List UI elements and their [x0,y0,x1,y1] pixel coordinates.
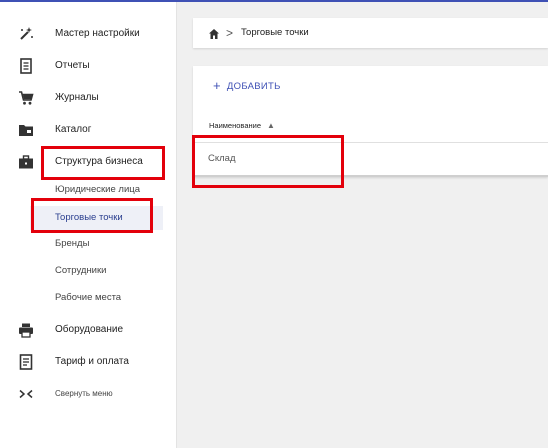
table-row[interactable]: Склад [193,143,548,175]
printer-icon [18,322,34,338]
sidebar-item-journals[interactable]: Журналы [0,84,176,112]
plus-icon: + [213,78,221,93]
folder-icon [18,122,34,138]
cart-icon [18,90,34,106]
document-icon [18,354,34,370]
sidebar-collapse-menu[interactable]: Свернуть меню [0,380,176,408]
table-cell-name: Склад [208,153,236,164]
home-icon[interactable] [208,27,220,39]
sidebar-item-label: Свернуть меню [55,389,113,398]
sidebar-subitem-employees[interactable]: Сотрудники [30,259,163,283]
sidebar-subitem-label: Юридические лица [55,184,140,195]
collapse-icon [18,386,34,402]
briefcase-icon [18,154,34,170]
sidebar-item-reports[interactable]: Отчеты [0,52,176,80]
add-button[interactable]: + ДОБАВИТЬ [213,76,281,96]
column-header-name[interactable]: Наименование ▲ [209,118,275,134]
breadcrumb-separator: > [226,26,234,40]
breadcrumb: > Торговые точки [193,18,548,48]
sidebar-item-equipment[interactable]: Оборудование [0,316,176,344]
sales-points-panel: + ДОБАВИТЬ Наименование ▲ Склад [193,66,548,177]
sidebar-subitem-label: Рабочие места [55,292,122,303]
sidebar-item-catalog[interactable]: Каталог [0,116,176,144]
sidebar-item-label: Отчеты [55,60,90,71]
sidebar-subitem-sales-points[interactable]: Торговые точки [30,206,163,230]
sidebar-item-business-structure[interactable]: Структура бизнеса [0,148,176,176]
add-button-label: ДОБАВИТЬ [226,81,281,92]
breadcrumb-current: Торговые точки [241,27,309,38]
magic-wand-icon [18,26,34,42]
row-divider [193,175,548,177]
sort-ascending-icon: ▲ [267,121,275,130]
sidebar-subitem-legal-entities[interactable]: Юридические лица [30,178,163,202]
sidebar-item-label: Тариф и оплата [55,356,129,367]
sidebar: Мастер настройки Отчеты Журналы Каталог … [0,2,177,448]
sidebar-subitem-label: Бренды [55,238,90,249]
sidebar-subitem-label: Сотрудники [55,265,107,276]
sidebar-item-setup-wizard[interactable]: Мастер настройки [0,20,176,48]
sidebar-item-tariff-payment[interactable]: Тариф и оплата [0,348,176,376]
sidebar-item-label: Оборудование [55,324,124,335]
column-header-label: Наименование [209,121,261,130]
report-icon [18,58,34,74]
sidebar-item-label: Журналы [55,92,99,103]
sidebar-subitem-brands[interactable]: Бренды [30,232,163,256]
sidebar-subitem-workstations[interactable]: Рабочие места [30,286,163,310]
sidebar-item-label: Мастер настройки [55,28,140,39]
sidebar-item-label: Структура бизнеса [55,156,143,167]
sidebar-item-label: Каталог [55,124,92,135]
sidebar-subitem-label: Торговые точки [55,212,123,223]
